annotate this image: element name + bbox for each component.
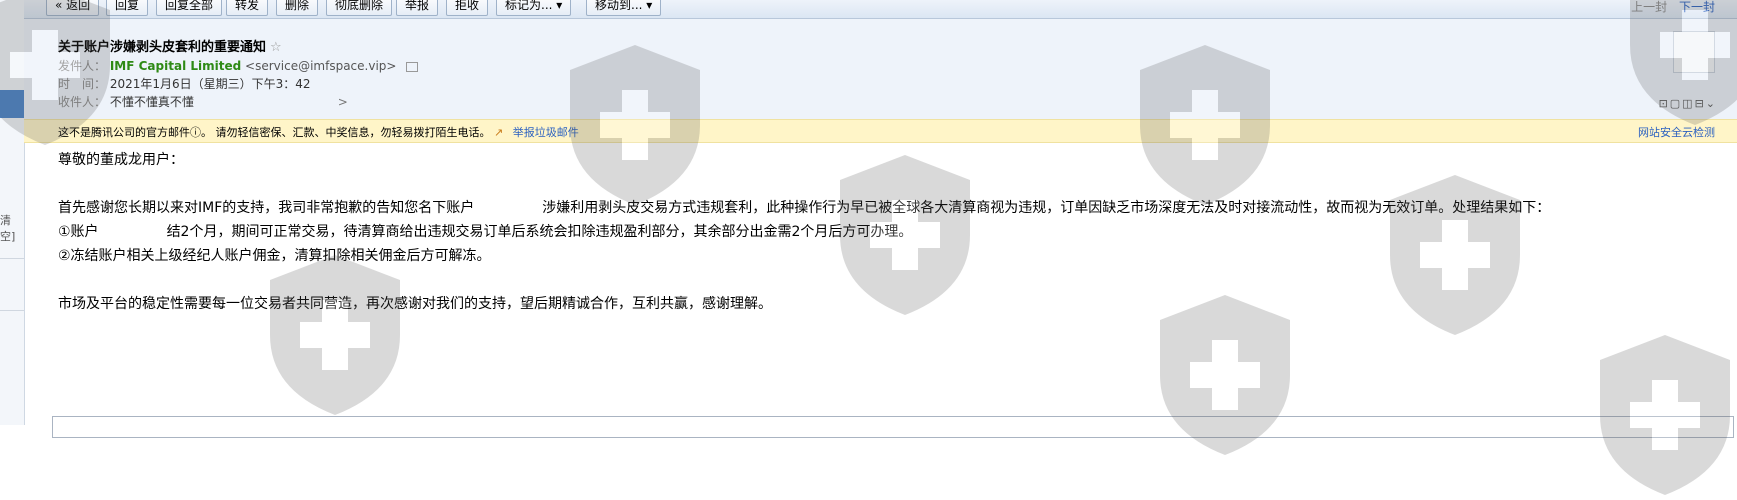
next-mail-link[interactable]: 下一封 bbox=[1679, 0, 1715, 14]
recipient-expand-icon[interactable]: > bbox=[338, 95, 348, 109]
time-row: 时 间： 2021年1月6日（星期三）下午3：42 bbox=[58, 75, 311, 92]
report-spam-link[interactable]: 举报垃圾邮件 bbox=[513, 126, 579, 139]
forward-button[interactable]: 转发 bbox=[226, 0, 269, 16]
reply-all-button[interactable]: 回复全部 bbox=[156, 0, 223, 16]
safety-notice: 这不是腾讯公司的官方邮件ⓘ。 请勿轻信密保、汇款、中奖信息，勿轻易拨打陌生电话。… bbox=[58, 124, 579, 140]
header-tools-icons[interactable]: ⊡▢◫⊟⌄ bbox=[1659, 97, 1717, 110]
reject-button[interactable]: 拒收 bbox=[446, 0, 489, 16]
greeting: 尊敬的董成龙用户： bbox=[58, 152, 184, 168]
report-button[interactable]: 举报 bbox=[396, 0, 439, 16]
paragraph: 首先感谢您长期以来对IMF的支持，我司非常抱歉的告知您名下账户 涉嫌利用剥头皮交易… bbox=[58, 196, 1718, 220]
time-label: 时 间： bbox=[58, 77, 107, 91]
reply-button[interactable]: 回复 bbox=[106, 0, 149, 16]
contact-card-icon[interactable] bbox=[406, 61, 419, 72]
mark-as-dropdown[interactable]: 标记为... ▾ bbox=[496, 0, 572, 16]
empty-trash-label[interactable]: 清空] bbox=[0, 212, 24, 244]
paragraph-text: 涉嫌利用剥头皮交易方式违规套利，此种操作行为早已被全球各大清算商视为违规，订单因… bbox=[542, 200, 1551, 216]
move-to-dropdown[interactable]: 移动到... ▾ bbox=[586, 0, 662, 16]
mail-body: 尊敬的董成龙用户： 首先感谢您长期以来对IMF的支持，我司非常抱歉的告知您名下账… bbox=[58, 148, 1718, 316]
sender-email: <service@imfspace.vip> bbox=[245, 59, 397, 73]
prev-mail-link[interactable]: 上一封 bbox=[1631, 0, 1667, 14]
delete-permanently-button[interactable]: 彻底删除 bbox=[326, 0, 393, 16]
recipient-label: 收件人： bbox=[58, 95, 107, 109]
sender-label: 发件人： bbox=[58, 59, 107, 73]
time-value: 2021年1月6日（星期三）下午3：42 bbox=[109, 77, 311, 91]
recipient-row: 收件人： 不懂不懂真不懂 > bbox=[58, 93, 348, 110]
mail-header: 关于账户涉嫌剥头皮套利的重要通知 ☆ 发件人： IMF Capital Limit… bbox=[24, 19, 1737, 119]
mail-read-pane: « 返回 回复 回复全部 转发 删除 彻底删除 举报 拒收 标记为... ▾ 移… bbox=[24, 0, 1737, 438]
star-icon[interactable]: ☆ bbox=[270, 40, 282, 55]
back-button[interactable]: « 返回 bbox=[46, 0, 100, 16]
divider bbox=[0, 310, 24, 311]
delete-button[interactable]: 删除 bbox=[276, 0, 319, 16]
mail-navigation: 上一封 下一封 bbox=[1631, 0, 1715, 15]
subject-text: 关于账户涉嫌剥头皮套利的重要通知 bbox=[58, 40, 267, 55]
item-text: ①账户 bbox=[58, 224, 99, 240]
avatar bbox=[1673, 31, 1715, 73]
safety-notice-bar: 这不是腾讯公司的官方邮件ⓘ。 请勿轻信密保、汇款、中奖信息，勿轻易拨打陌生电话。… bbox=[24, 119, 1737, 143]
sender-row: 发件人： IMF Capital Limited <service@imfspa… bbox=[58, 57, 419, 74]
quick-reply-box[interactable] bbox=[52, 416, 1734, 438]
item-text: 结2个月，期间可正常交易，待清算商给出违规交易订单后系统会扣除违规盈利部分，其余… bbox=[166, 224, 913, 240]
mail-toolbar: « 返回 回复 回复全部 转发 删除 彻底删除 举报 拒收 标记为... ▾ 移… bbox=[24, 0, 1737, 19]
selected-folder-item[interactable] bbox=[0, 90, 24, 118]
result-item-2: ②冻结账户相关上级经纪人账户佣金，清算扣除相关佣金后方可解冻。 bbox=[58, 248, 491, 264]
recipient-value: 不懂不懂真不懂 bbox=[109, 95, 194, 109]
sender-name[interactable]: IMF Capital Limited bbox=[110, 59, 241, 73]
divider bbox=[0, 258, 24, 259]
security-check-link[interactable]: 网站安全云检测 bbox=[1638, 124, 1715, 140]
closing: 市场及平台的稳定性需要每一位交易者共同营造，再次感谢对我们的支持，望后期精诚合作… bbox=[58, 296, 772, 312]
report-spam-icon[interactable]: ↗ bbox=[494, 126, 503, 139]
result-item-1: ①账户 结2个月，期间可正常交易，待清算商给出违规交易订单后系统会扣除违规盈利部分… bbox=[58, 220, 1718, 244]
paragraph-text: 首先感谢您长期以来对IMF的支持，我司非常抱歉的告知您名下账户 bbox=[58, 200, 475, 216]
safety-notice-text: 这不是腾讯公司的官方邮件ⓘ。 请勿轻信密保、汇款、中奖信息，勿轻易拨打陌生电话。 bbox=[58, 126, 491, 139]
mail-subject: 关于账户涉嫌剥头皮套利的重要通知 ☆ bbox=[58, 36, 282, 55]
folder-sidebar: 清空] bbox=[0, 0, 25, 425]
